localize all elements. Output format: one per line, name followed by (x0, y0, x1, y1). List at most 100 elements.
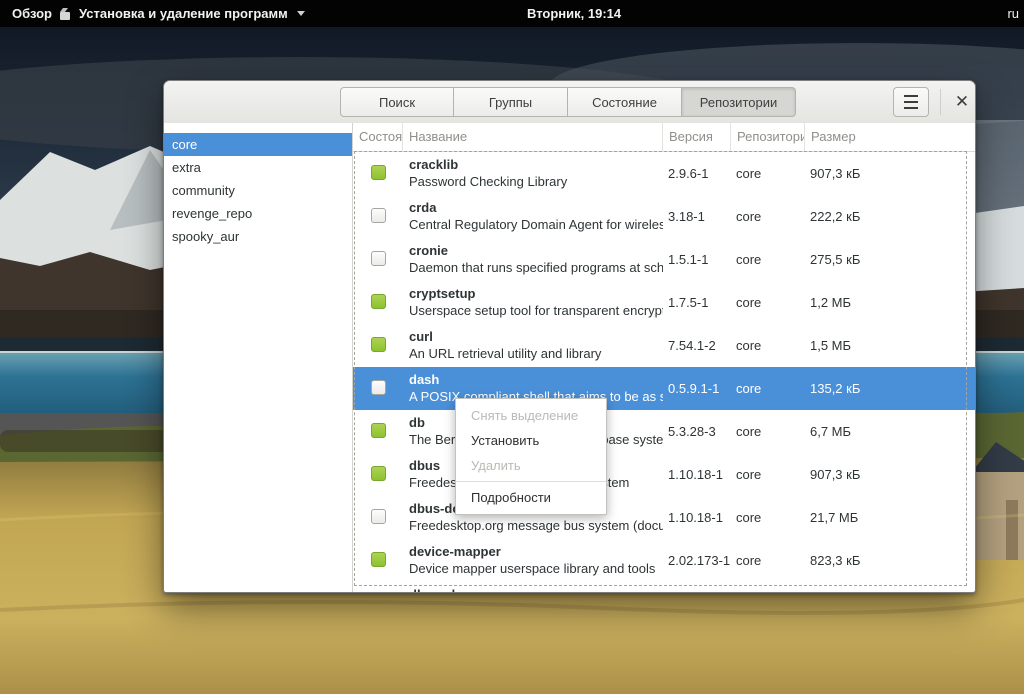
package-row[interactable]: crdaCentral Regulatory Domain Agent for … (353, 195, 975, 238)
state-cell (353, 152, 403, 195)
menu-separator (456, 481, 606, 482)
package-checkbox[interactable] (371, 165, 386, 180)
app-title: Установка и удаление программ (79, 6, 288, 21)
close-button[interactable]: ✕ (947, 87, 977, 117)
package-checkbox[interactable] (371, 208, 386, 223)
package-checkbox[interactable] (371, 251, 386, 266)
column-header-version[interactable]: Версия (663, 123, 731, 151)
package-row[interactable]: dhcpcd (353, 582, 975, 592)
package-checkbox[interactable] (371, 552, 386, 567)
sidebar-item-community[interactable]: community (164, 179, 352, 202)
repository-cell: core (731, 195, 805, 238)
state-cell (353, 496, 403, 539)
size-cell: 907,3 кБ (805, 152, 975, 195)
package-checkbox[interactable] (371, 294, 386, 309)
column-header-repository[interactable]: Репозиторий (731, 123, 805, 151)
hamburger-icon (904, 95, 918, 109)
package-checkbox[interactable] (371, 380, 386, 395)
package-checkbox[interactable] (371, 466, 386, 481)
version-cell: 1.7.5-1 (663, 281, 731, 324)
activities-button[interactable]: Обзор (0, 0, 64, 27)
state-cell (353, 453, 403, 496)
version-cell: 2.02.173-1 (663, 539, 731, 582)
version-cell: 0.5.9.1-1 (663, 367, 731, 410)
repository-cell: core (731, 539, 805, 582)
state-cell (353, 281, 403, 324)
package-checkbox[interactable] (371, 509, 386, 524)
package-row[interactable]: device-mapperDevice mapper userspace lib… (353, 539, 975, 582)
package-name: cryptsetup (409, 285, 663, 302)
size-cell: 275,5 кБ (805, 238, 975, 281)
repository-cell: core (731, 324, 805, 367)
headerbar-separator (940, 89, 941, 115)
window-content: coreextracommunityrevenge_repospooky_aur… (164, 123, 975, 592)
menu-item-details[interactable]: Подробности (456, 485, 606, 510)
tab-search[interactable]: Поиск (340, 87, 454, 117)
tab-groups[interactable]: Группы (454, 87, 568, 117)
package-name: crda (409, 199, 663, 216)
version-cell: 2.9.6-1 (663, 152, 731, 195)
version-cell: 5.3.28-3 (663, 410, 731, 453)
tab-state[interactable]: Состояние (568, 87, 682, 117)
package-row[interactable]: cracklibPassword Checking Library2.9.6-1… (353, 152, 975, 195)
clock[interactable]: Вторник, 19:14 (527, 0, 621, 27)
size-cell: 907,3 кБ (805, 453, 975, 496)
package-description: Freedesktop.org message bus system (docu… (409, 517, 663, 534)
name-cell: device-mapperDevice mapper userspace lib… (403, 539, 663, 582)
column-header-state[interactable]: Состоян (353, 123, 403, 151)
table-body: cracklibPassword Checking Library2.9.6-1… (353, 152, 975, 592)
version-cell: 1.10.18-1 (663, 496, 731, 539)
version-cell: 1.5.1-1 (663, 238, 731, 281)
package-row[interactable]: cryptsetupUserspace setup tool for trans… (353, 281, 975, 324)
column-header-name[interactable]: Название (403, 123, 663, 151)
size-cell: 135,2 кБ (805, 367, 975, 410)
package-checkbox[interactable] (371, 337, 386, 352)
menu-button[interactable] (893, 87, 929, 117)
state-cell (353, 238, 403, 281)
repository-cell: core (731, 453, 805, 496)
package-name: dhcpcd (409, 586, 663, 592)
package-description: Userspace setup tool for transparent enc… (409, 302, 663, 319)
package-list: СостоянНазваниеВерсияРепозиторийРазмер c… (353, 123, 975, 592)
menu-item-remove: Удалить (456, 453, 606, 478)
tab-repositories[interactable]: Репозитории (682, 87, 796, 117)
size-cell: 21,7 МБ (805, 496, 975, 539)
state-cell (353, 367, 403, 410)
focused-app-menu[interactable]: Установка и удаление программ (58, 0, 305, 27)
package-row[interactable]: cronieDaemon that runs specified program… (353, 238, 975, 281)
package-row[interactable]: dbus-docsFreedesktop.org message bus sys… (353, 496, 975, 539)
menu-item-install[interactable]: Установить (456, 428, 606, 453)
state-cell (353, 324, 403, 367)
name-cell: cryptsetupUserspace setup tool for trans… (403, 281, 663, 324)
context-menu: Снять выделениеУстановитьУдалитьПодробно… (455, 398, 607, 515)
package-description: Device mapper userspace library and tool… (409, 560, 663, 577)
sidebar-item-core[interactable]: core (164, 133, 352, 156)
size-cell: 6,7 МБ (805, 410, 975, 453)
package-row[interactable]: dashA POSIX compliant shell that aims to… (353, 367, 975, 410)
package-description: Daemon that runs specified programs at s… (409, 259, 663, 276)
package-row[interactable]: curlAn URL retrieval utility and library… (353, 324, 975, 367)
desktop: Обзор Установка и удаление программ Втор… (0, 0, 1024, 694)
name-cell: cronieDaemon that runs specified program… (403, 238, 663, 281)
state-cell (353, 410, 403, 453)
sidebar-item-spooky_aur[interactable]: spooky_aur (164, 225, 352, 248)
size-cell: 222,2 кБ (805, 195, 975, 238)
keyboard-layout-indicator[interactable]: ru (1007, 0, 1019, 27)
column-header-size[interactable]: Размер (805, 123, 975, 151)
repository-cell: core (731, 238, 805, 281)
repository-cell: core (731, 152, 805, 195)
sidebar-item-extra[interactable]: extra (164, 156, 352, 179)
package-row[interactable]: dbThe Berkeley DB embedded database syst… (353, 410, 975, 453)
package-name: dash (409, 371, 663, 388)
package-name: cracklib (409, 156, 663, 173)
app-window: ПоискГруппыСостояниеРепозитории ✕ coreex… (163, 80, 976, 593)
repository-cell: core (731, 367, 805, 410)
sidebar-item-revenge_repo[interactable]: revenge_repo (164, 202, 352, 225)
app-icon (58, 7, 72, 21)
package-description: An URL retrieval utility and library (409, 345, 663, 362)
package-row[interactable]: dbusFreedesktop.org message bus system1.… (353, 453, 975, 496)
package-checkbox[interactable] (371, 423, 386, 438)
repository-cell: core (731, 496, 805, 539)
name-cell: curlAn URL retrieval utility and library (403, 324, 663, 367)
version-cell: 7.54.1-2 (663, 324, 731, 367)
